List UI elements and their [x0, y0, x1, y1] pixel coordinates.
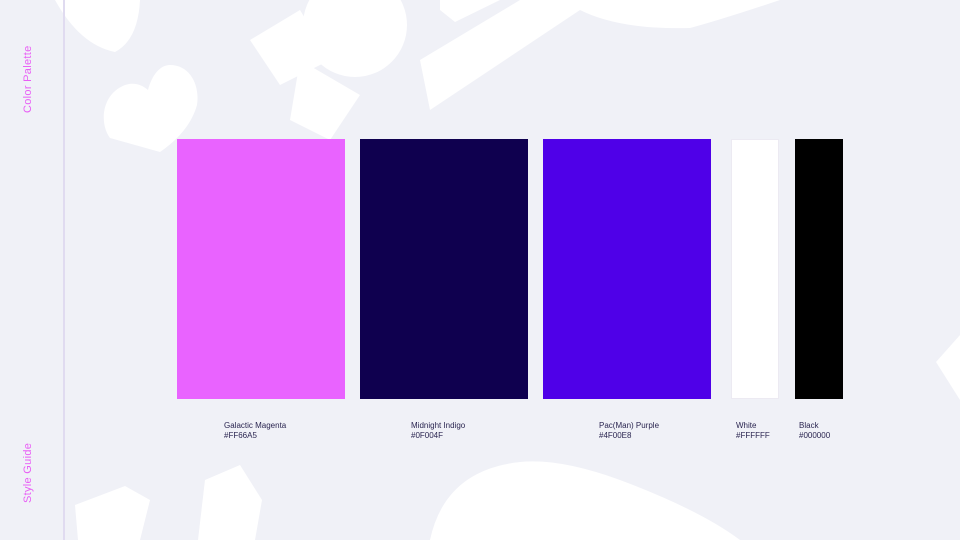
- color-name: Midnight Indigo: [411, 421, 466, 430]
- caption-galactic-magenta: Galactic Magenta #FF66A5: [224, 421, 286, 441]
- swatch-white: [731, 139, 779, 399]
- caption-white: White #FFFFFF: [736, 421, 770, 441]
- caption-black: Black #000000: [799, 421, 830, 441]
- color-hex: #000000: [799, 431, 831, 440]
- document-label: Style Guide: [22, 442, 34, 503]
- color-name: Pac(Man) Purple: [599, 421, 660, 430]
- swatch-pacman-purple: [543, 139, 711, 399]
- section-label: Color Palette: [22, 45, 34, 114]
- color-hex: #0F004F: [411, 431, 444, 440]
- swatch-midnight-indigo: [360, 139, 528, 399]
- color-name: Galactic Magenta: [224, 421, 287, 430]
- swatch-galactic-magenta: [177, 139, 345, 399]
- caption-pacman-purple: Pac(Man) Purple #4F00E8: [599, 421, 659, 441]
- color-hex: #FF66A5: [224, 431, 257, 440]
- color-name: Black: [799, 421, 819, 430]
- sidebar-divider: [63, 0, 65, 540]
- swatch-black: [795, 139, 843, 399]
- color-hex: #4F00E8: [599, 431, 632, 440]
- caption-midnight-indigo: Midnight Indigo #0F004F: [411, 421, 465, 441]
- color-hex: #FFFFFF: [736, 431, 770, 440]
- color-name: White: [736, 421, 757, 430]
